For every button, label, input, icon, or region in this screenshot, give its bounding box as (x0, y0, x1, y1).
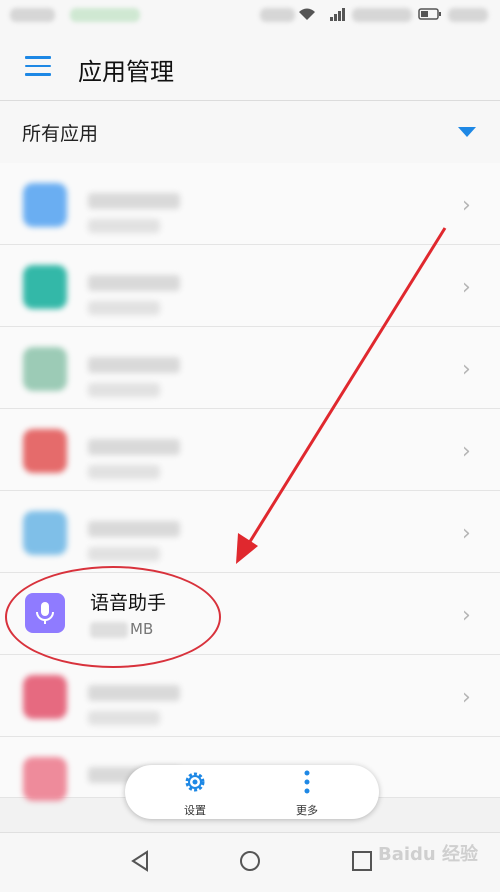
annotation-arrow (236, 227, 447, 564)
recents-square-icon[interactable] (350, 849, 374, 873)
settings-label: 设置 (184, 804, 206, 817)
more-vertical-icon (304, 770, 310, 794)
floating-toolbar: 设置 更多 (125, 765, 379, 819)
home-circle-icon[interactable] (238, 849, 262, 873)
gear-icon (185, 772, 205, 792)
back-triangle-icon[interactable] (128, 849, 152, 873)
baidu-watermark: Baidu 经验 (378, 844, 479, 865)
more-button[interactable]: 更多 (277, 769, 337, 818)
more-label: 更多 (296, 804, 318, 817)
settings-button[interactable]: 设置 (165, 769, 225, 818)
